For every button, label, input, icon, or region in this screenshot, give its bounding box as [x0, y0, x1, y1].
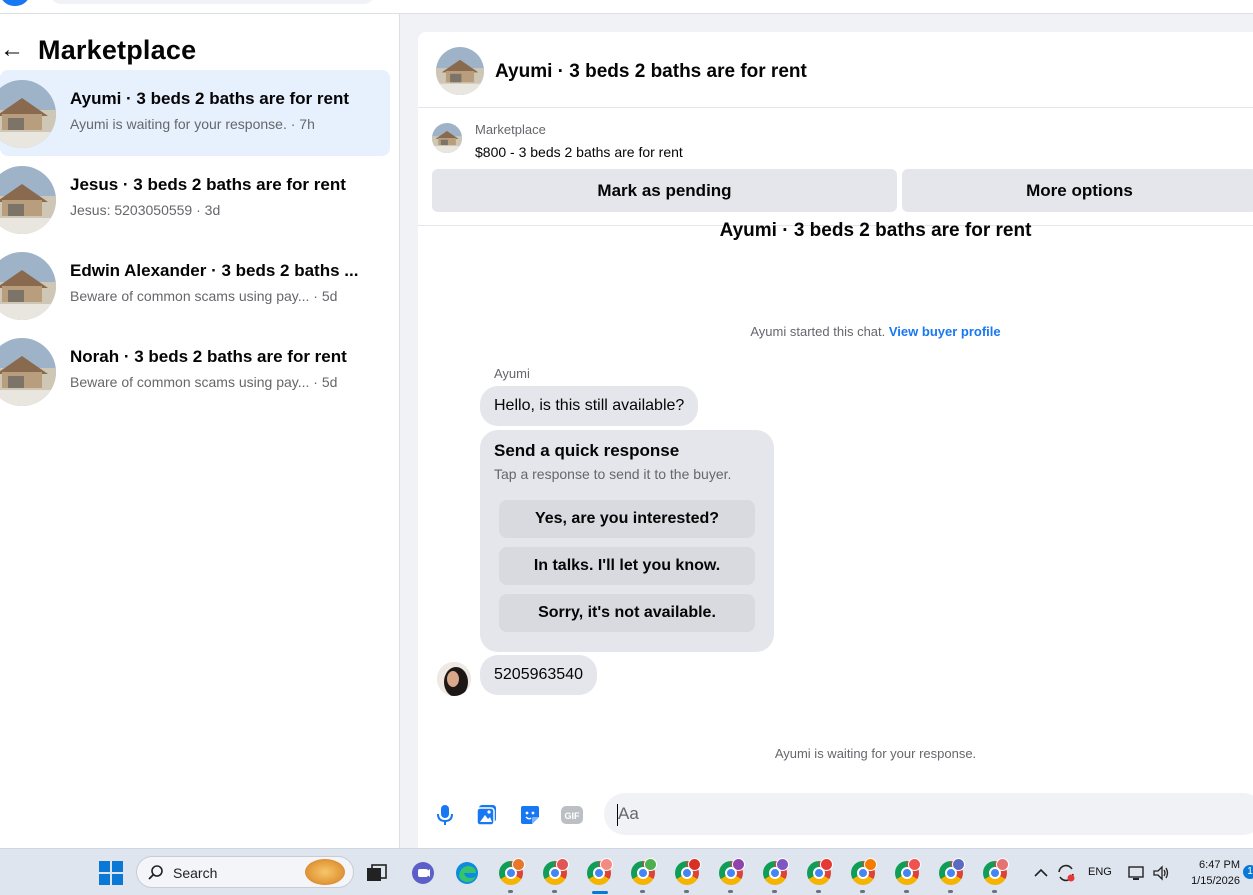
volume-icon[interactable] — [1150, 858, 1172, 888]
search-highlight-icon — [305, 859, 345, 885]
message-input[interactable] — [604, 793, 1253, 835]
sync-status-icon[interactable] — [1054, 858, 1078, 888]
quick-response-title: Send a quick response — [494, 441, 680, 460]
chat-panel: Ayumi · 3 beds 2 baths are for rent Mark… — [418, 32, 1253, 848]
message-bubble: 5205963540 — [480, 655, 597, 695]
message-composer: GIF — [418, 792, 1253, 838]
chrome-profile-icon[interactable] — [672, 858, 702, 893]
waiting-notice: Ayumi is waiting for your response. — [774, 746, 977, 761]
chrome-profile-icon[interactable] — [628, 858, 658, 893]
listing-summary: Marketplace $800 - 3 beds 2 baths are fo… — [418, 109, 1253, 226]
conversation-sidebar: ← Marketplace Ayumi · 3 beds 2 baths are… — [0, 14, 400, 848]
chat-started-notice: Ayumi started this chat. View buyer prof… — [418, 324, 1253, 339]
sidebar-title: Marketplace — [38, 34, 197, 65]
listing-title[interactable]: $800 - 3 beds 2 baths are for rent — [475, 144, 683, 160]
windows-taskbar: Search ENG 6:47 PM 1/15/2026 1 — [0, 848, 1253, 895]
chrome-profile-icon[interactable] — [804, 858, 834, 893]
teams-chat-icon[interactable] — [408, 858, 438, 888]
facebook-logo-icon[interactable] — [0, 0, 30, 6]
conversation-preview: Beware of common scams using pay... · 5d — [70, 374, 338, 390]
conversation-preview: Beware of common scams using pay... · 5d — [70, 288, 338, 304]
conversation-preview: Ayumi is waiting for your response. · 7h — [70, 116, 315, 132]
listing-thumbnail-icon — [0, 80, 56, 148]
listing-thumbnail-icon — [0, 166, 56, 234]
conversation-preview: Jesus: 5203050559 · 3d — [70, 202, 221, 218]
conversation-title: Jesus · 3 beds 2 baths are for rent — [70, 175, 346, 194]
sticker-icon[interactable] — [517, 802, 543, 828]
taskbar-search-label: Search — [173, 865, 218, 881]
quick-response-option[interactable]: In talks. I'll let you know. — [499, 547, 755, 585]
microphone-icon[interactable] — [432, 802, 458, 828]
quick-response-card: Send a quick response Tap a response to … — [480, 430, 774, 652]
more-options-button[interactable]: More options — [902, 169, 1253, 212]
listing-thumbnail-icon — [0, 338, 56, 406]
gif-icon[interactable]: GIF — [559, 802, 585, 828]
language-indicator[interactable]: ENG — [1088, 866, 1112, 878]
buyer-avatar[interactable] — [437, 662, 471, 696]
conversation-list: Ayumi · 3 beds 2 baths are for rent Ayum… — [0, 70, 390, 414]
chrome-profile-icon[interactable] — [716, 858, 746, 893]
photo-icon[interactable] — [474, 802, 500, 828]
chrome-profile-icon[interactable] — [936, 858, 966, 893]
chrome-profile-icon[interactable] — [584, 858, 614, 894]
conversation-item[interactable]: Norah · 3 beds 2 baths are for rent Bewa… — [0, 328, 390, 414]
conversation-title: Edwin Alexander · 3 beds 2 baths ... — [70, 261, 359, 280]
chat-title[interactable]: Ayumi · 3 beds 2 baths are for rent — [495, 61, 807, 83]
conversation-item[interactable]: Edwin Alexander · 3 beds 2 baths ... Bew… — [0, 242, 390, 328]
notification-badge[interactable]: 1 — [1243, 865, 1253, 879]
listing-source: Marketplace — [475, 122, 546, 137]
text-caret — [617, 804, 618, 826]
edge-browser-icon[interactable] — [452, 858, 482, 888]
taskbar-search[interactable]: Search — [136, 856, 354, 888]
message-bubble: Hello, is this still available? — [480, 386, 699, 426]
listing-thumbnail-icon[interactable] — [432, 123, 462, 153]
conversation-title: Norah · 3 beds 2 baths are for rent — [70, 347, 347, 366]
chat-started-text: Ayumi started this chat. — [750, 324, 886, 339]
sender-name: Ayumi — [494, 366, 530, 381]
chrome-profile-icon[interactable] — [496, 858, 526, 893]
search-icon — [147, 864, 165, 887]
chrome-profile-icon[interactable] — [760, 858, 790, 893]
chevron-up-icon[interactable] — [1030, 858, 1052, 888]
chrome-profile-icon[interactable] — [892, 858, 922, 893]
top-navigation-bar — [0, 0, 1253, 14]
thread-title: Ayumi · 3 beds 2 baths are for rent — [719, 220, 1032, 241]
facebook-search-field[interactable] — [50, 0, 375, 4]
windows-start-icon[interactable] — [99, 861, 123, 885]
conversation-title: Ayumi · 3 beds 2 baths are for rent — [70, 89, 349, 108]
chrome-profile-icon[interactable] — [980, 858, 1010, 893]
clock-time: 6:47 PM — [1199, 859, 1240, 871]
chat-header: Ayumi · 3 beds 2 baths are for rent — [418, 32, 1253, 108]
quick-response-option[interactable]: Yes, are you interested? — [499, 500, 755, 538]
chrome-profile-icon[interactable] — [540, 858, 570, 893]
quick-response-option[interactable]: Sorry, it's not available. — [499, 594, 755, 632]
view-buyer-profile-link[interactable]: View buyer profile — [889, 324, 1001, 339]
listing-avatar-icon[interactable] — [436, 47, 484, 95]
quick-response-subtitle: Tap a response to send it to the buyer. — [494, 466, 732, 482]
mark-as-pending-button[interactable]: Mark as pending — [432, 169, 897, 212]
conversation-item[interactable]: Ayumi · 3 beds 2 baths are for rent Ayum… — [0, 70, 390, 156]
network-icon[interactable] — [1126, 858, 1148, 888]
clock-date: 1/15/2026 — [1191, 875, 1240, 887]
system-clock[interactable]: 6:47 PM 1/15/2026 — [1180, 857, 1240, 889]
listing-thumbnail-icon — [0, 252, 56, 320]
gif-icon-label: GIF — [565, 811, 581, 821]
sidebar-header: ← Marketplace — [0, 30, 196, 70]
task-view-icon[interactable] — [362, 858, 392, 888]
chrome-profile-icon[interactable] — [848, 858, 878, 893]
back-arrow-icon[interactable]: ← — [0, 37, 26, 63]
conversation-item[interactable]: Jesus · 3 beds 2 baths are for rent Jesu… — [0, 156, 390, 242]
